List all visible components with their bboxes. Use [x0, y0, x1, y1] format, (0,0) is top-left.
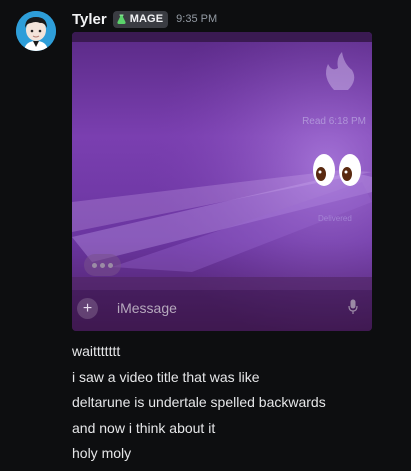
typing-dot [108, 262, 113, 268]
imessage-placeholder: iMessage [117, 300, 177, 316]
message-line: deltarune is undertale spelled backwards [72, 394, 326, 410]
image-attachment[interactable]: Read 6:18 PM Delivered + iMessage [72, 32, 372, 331]
message-line: holy moly [72, 445, 132, 461]
chat-message: Tyler MAGE 9:35 PM Read 6:18 PM Delivere… [0, 0, 411, 471]
potion-icon [117, 14, 126, 24]
typing-dot [100, 262, 105, 268]
role-label: MAGE [129, 13, 164, 25]
read-receipt: Read 6:18 PM [302, 116, 366, 127]
role-badge[interactable]: MAGE [112, 10, 169, 28]
message-header: Tyler MAGE 9:35 PM [72, 9, 217, 29]
typing-indicator [84, 254, 121, 276]
typing-dot [92, 262, 97, 268]
message-timestamp[interactable]: 9:35 PM [176, 13, 217, 25]
username[interactable]: Tyler [72, 11, 107, 28]
imessage-input-bar: + iMessage [72, 290, 372, 331]
user-avatar[interactable] [16, 11, 56, 51]
message-line: and now i think about it [72, 419, 216, 436]
avatar-image [16, 11, 56, 51]
plus-icon: + [77, 298, 98, 319]
eyes-emoji [313, 154, 361, 186]
message-line: i saw a video title that was like [72, 368, 260, 385]
message-line: waittttttt [72, 343, 121, 359]
microphone-icon [348, 299, 358, 314]
delivered-status: Delivered [318, 214, 352, 223]
message-content: waittttttt i saw a video title that was … [72, 339, 326, 467]
